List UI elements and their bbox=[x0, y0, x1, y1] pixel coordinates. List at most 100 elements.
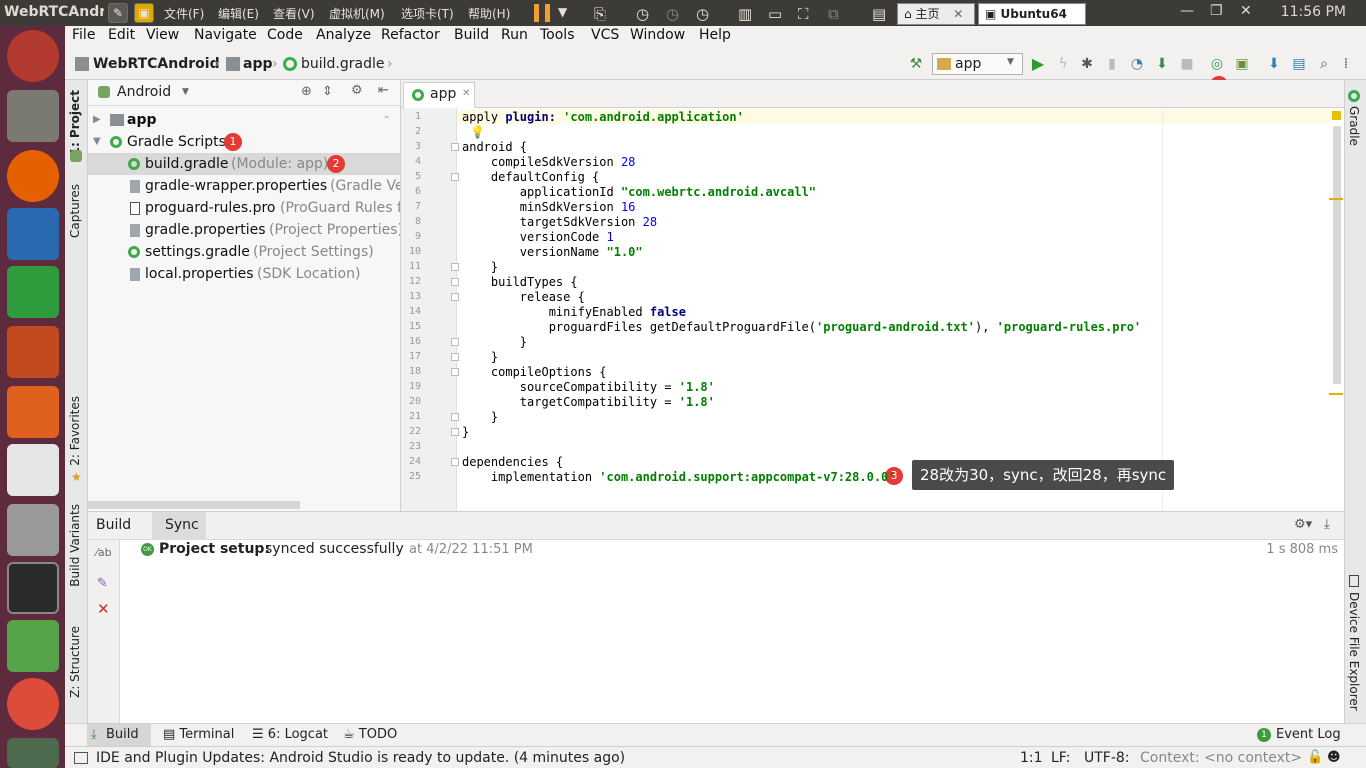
chrome-icon[interactable] bbox=[7, 678, 59, 730]
menu-run[interactable]: Run bbox=[501, 27, 528, 43]
code-line[interactable]: } bbox=[462, 335, 527, 349]
inspector-icon[interactable]: ☻ bbox=[1327, 750, 1341, 765]
library-icon[interactable]: ▤ bbox=[872, 5, 886, 23]
ubuntu-logo-icon[interactable] bbox=[7, 30, 59, 82]
hide-icon[interactable]: ⇤ bbox=[378, 83, 389, 98]
unity-icon[interactable]: ⧉ bbox=[828, 5, 839, 23]
fold-marker-icon[interactable] bbox=[451, 278, 459, 286]
vm-menu-vm[interactable]: 虚拟机(M) bbox=[329, 5, 385, 22]
code-line[interactable]: release { bbox=[462, 290, 585, 304]
apply-changes-icon[interactable]: ϟ bbox=[1054, 55, 1072, 73]
code-line[interactable]: proguardFiles getDefaultProguardFile('pr… bbox=[462, 320, 1141, 334]
menu-analyze[interactable]: Analyze bbox=[316, 27, 371, 43]
context-indicator[interactable]: Context: <no context> bbox=[1140, 750, 1302, 766]
close-icon[interactable]: ✕ bbox=[462, 88, 470, 99]
pause-icon[interactable] bbox=[534, 4, 550, 22]
caret-position[interactable]: 1:1 bbox=[1020, 750, 1043, 766]
menu-refactor[interactable]: Refactor bbox=[381, 27, 440, 43]
more-icon[interactable]: ⁞ bbox=[1337, 55, 1355, 73]
vm-icon[interactable]: ▣ bbox=[134, 3, 154, 23]
code-line[interactable]: minSdkVersion 16 bbox=[462, 200, 636, 214]
tree-item-gradle-scripts[interactable]: ▼ Gradle Scripts 1 bbox=[88, 131, 400, 153]
lock-icon[interactable]: 🔓 bbox=[1307, 750, 1323, 765]
gear-icon[interactable]: ⚙ bbox=[351, 83, 363, 98]
minimize-icon[interactable]: — bbox=[1180, 3, 1194, 19]
locate-icon[interactable]: ⊕ bbox=[301, 84, 312, 99]
amazon-icon[interactable] bbox=[7, 444, 59, 496]
menu-tools[interactable]: Tools bbox=[540, 27, 575, 43]
code-line[interactable]: targetSdkVersion 28 bbox=[462, 215, 657, 229]
code-line[interactable]: buildTypes { bbox=[462, 275, 578, 289]
tab-project[interactable]: 1: Project bbox=[68, 90, 82, 155]
software-center-icon[interactable] bbox=[7, 386, 59, 438]
fold-marker-icon[interactable] bbox=[451, 263, 459, 271]
console-view-icon[interactable]: ▭ bbox=[768, 5, 782, 23]
line-separator[interactable]: LF: bbox=[1051, 750, 1070, 766]
restore-icon[interactable]: ❐ bbox=[1210, 3, 1223, 19]
settings-icon[interactable] bbox=[7, 504, 59, 556]
tree-item-local-properties[interactable]: local.properties (SDK Location) bbox=[88, 263, 400, 285]
code-line[interactable]: applicationId "com.webrtc.android.avcall… bbox=[462, 185, 816, 199]
android-studio-icon[interactable] bbox=[7, 620, 59, 672]
menu-help[interactable]: Help bbox=[699, 27, 731, 43]
firefox-icon[interactable] bbox=[7, 150, 59, 202]
fold-marker-icon[interactable] bbox=[451, 428, 459, 436]
inspection-indicator[interactable] bbox=[1332, 111, 1341, 120]
impress-icon[interactable] bbox=[7, 326, 59, 378]
profile-icon[interactable]: ◔ bbox=[1128, 55, 1146, 73]
code-line[interactable]: android { bbox=[462, 140, 527, 154]
fold-marker-icon[interactable] bbox=[451, 413, 459, 421]
revert-snapshot-icon[interactable]: ◷ bbox=[666, 5, 679, 23]
fold-marker-icon[interactable] bbox=[451, 353, 459, 361]
tab-build-variants[interactable]: Build Variants bbox=[68, 504, 82, 587]
sync-message[interactable]: synced successfully bbox=[265, 541, 404, 557]
close-icon[interactable]: ✕ bbox=[953, 7, 963, 21]
sidebar-toggle-icon[interactable]: ▥ bbox=[738, 5, 752, 23]
terminal-icon[interactable] bbox=[7, 562, 59, 614]
code-line[interactable]: versionCode 1 bbox=[462, 230, 614, 244]
code-line[interactable]: } bbox=[462, 425, 469, 439]
writer-icon[interactable] bbox=[7, 208, 59, 260]
tool-tab-build[interactable]: ⤓ Build bbox=[87, 724, 151, 746]
sync-message-title[interactable]: Project setup: bbox=[159, 541, 270, 557]
intention-bulb-icon[interactable]: 💡 bbox=[470, 125, 485, 139]
project-view-selector[interactable]: Android bbox=[117, 84, 171, 100]
fold-marker-icon[interactable] bbox=[451, 368, 459, 376]
menu-view[interactable]: View bbox=[146, 27, 179, 43]
code-line[interactable]: } bbox=[462, 410, 498, 424]
code-line[interactable]: dependencies { bbox=[462, 455, 563, 469]
tab-structure[interactable]: Z: Structure bbox=[68, 626, 82, 698]
tab-favorites[interactable]: 2: Favorites bbox=[68, 396, 82, 466]
code-line[interactable]: defaultConfig { bbox=[462, 170, 599, 184]
fold-marker-icon[interactable] bbox=[451, 338, 459, 346]
snapshot-icon[interactable]: ◷ bbox=[636, 5, 649, 23]
pin-icon[interactable]: ✎ bbox=[97, 576, 108, 591]
menu-code[interactable]: Code bbox=[267, 27, 303, 43]
fullscreen-icon[interactable]: ⛶ bbox=[798, 5, 809, 23]
stop-icon[interactable]: ■ bbox=[1178, 55, 1196, 73]
menu-window[interactable]: Window bbox=[630, 27, 685, 43]
coverage-icon[interactable]: ▮ bbox=[1103, 55, 1121, 73]
fold-marker-icon[interactable] bbox=[451, 458, 459, 466]
chevron-down-icon[interactable]: ▼ bbox=[182, 87, 189, 97]
menu-navigate[interactable]: Navigate bbox=[194, 27, 257, 43]
make-project-icon[interactable]: ⚒ bbox=[907, 55, 925, 73]
fold-marker-icon[interactable] bbox=[451, 173, 459, 181]
code-line[interactable]: apply plugin: 'com.android.application' bbox=[462, 110, 744, 124]
tab-gradle[interactable]: Gradle bbox=[1347, 106, 1361, 146]
tree-item-gradle-wrapper[interactable]: gradle-wrapper.properties (Gradle Ve bbox=[88, 175, 400, 197]
gear-icon[interactable]: ⚙▾ bbox=[1294, 517, 1312, 532]
breadcrumb-module[interactable]: app bbox=[243, 56, 273, 72]
vm-menu-tabs[interactable]: 选项卡(T) bbox=[401, 5, 454, 22]
vm-menu-help[interactable]: 帮助(H) bbox=[468, 5, 510, 22]
attach-debugger-icon[interactable]: ⬇ bbox=[1153, 55, 1171, 73]
tab-sync[interactable]: Sync bbox=[152, 512, 206, 540]
debug-icon[interactable]: ✱ bbox=[1078, 55, 1096, 73]
code-line[interactable]: minifyEnabled false bbox=[462, 305, 686, 319]
tab-build-output[interactable]: Build bbox=[96, 517, 131, 533]
tree-item-app[interactable]: ▶ app ⁼ bbox=[88, 109, 400, 131]
tool-tab-logcat[interactable]: ☰ 6: Logcat bbox=[252, 727, 328, 742]
breadcrumb-project[interactable]: WebRTCAndroid bbox=[93, 56, 220, 72]
chevron-down-icon[interactable]: ▼ bbox=[93, 131, 101, 153]
vertical-scrollbar[interactable] bbox=[1333, 126, 1341, 384]
